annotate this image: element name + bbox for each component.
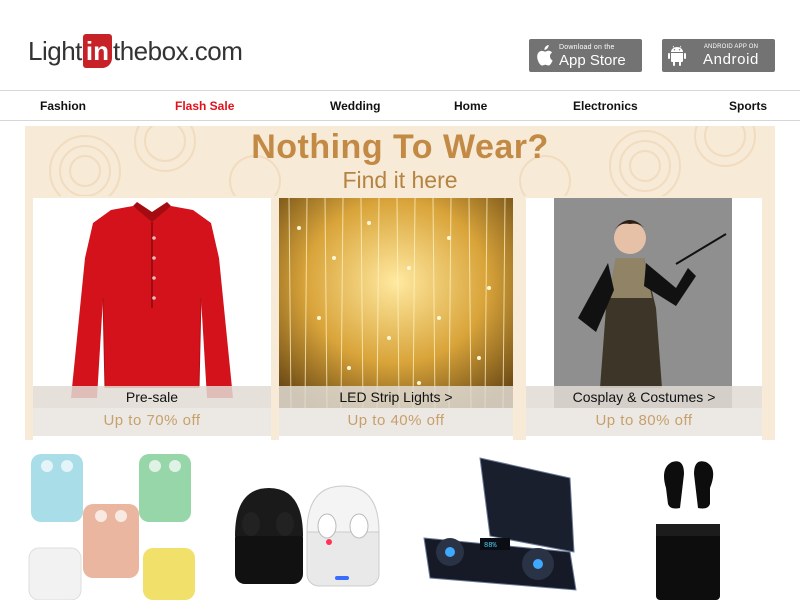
logo-text-thebox: thebox xyxy=(113,35,189,66)
android-icon xyxy=(662,45,692,66)
promo-card-cosplay[interactable]: Cosplay & Costumes > Up to 80% off xyxy=(526,198,762,440)
svg-text:88%: 88% xyxy=(484,542,497,550)
costume-model-image xyxy=(526,198,762,408)
logo-text-light: Light xyxy=(28,35,82,66)
android-small-text: ANDROID APP ON xyxy=(703,44,759,50)
nav-item-sports[interactable]: Sports xyxy=(729,99,767,113)
product-tile-black-white-earbuds[interactable] xyxy=(225,448,415,600)
product-tile-black-earbuds-case[interactable] xyxy=(610,448,800,600)
card-offer: Up to 40% off xyxy=(279,408,513,436)
card-caption: LED Strip Lights > xyxy=(279,386,513,408)
apple-icon xyxy=(529,45,559,66)
promo-card-presale[interactable]: Pre-sale Up to 70% off xyxy=(33,198,271,440)
powerbank-earbuds-image: 88% xyxy=(423,457,577,591)
promo-headline: Nothing To Wear? xyxy=(251,128,549,166)
black-earbuds-case-image xyxy=(656,461,720,600)
card-caption: Cosplay & Costumes > xyxy=(526,386,762,408)
nav-item-flash-sale[interactable]: Flash Sale xyxy=(175,99,234,113)
nav-item-electronics[interactable]: Electronics xyxy=(573,99,638,113)
nav-item-home[interactable]: Home xyxy=(454,99,487,113)
app-store-button[interactable]: Download on the App Store xyxy=(529,39,642,72)
product-tile-powerbank-earbuds[interactable]: 88% xyxy=(420,448,610,600)
logo-text-com: .com xyxy=(188,35,243,66)
promo-card-led-lights[interactable]: LED Strip Lights > Up to 40% off xyxy=(279,198,513,440)
app-store-small-text: Download on the xyxy=(559,43,615,51)
site-logo[interactable]: Light in thebox .com xyxy=(28,33,243,69)
promo-subline: Find it here xyxy=(342,167,458,193)
nav-item-fashion[interactable]: Fashion xyxy=(40,99,86,113)
site-header: Light in thebox .com Download on the App… xyxy=(0,0,800,90)
android-app-button[interactable]: ANDROID APP ON Android xyxy=(662,39,775,72)
pastel-earbuds-image xyxy=(28,454,195,600)
logo-text-in: in xyxy=(82,34,112,68)
android-big-text: Android xyxy=(703,51,759,68)
card-offer: Up to 80% off xyxy=(526,408,762,436)
led-lights-image xyxy=(279,198,513,408)
promo-banner: Nothing To Wear? Find it here Pre-sale U… xyxy=(25,126,775,440)
black-white-earbuds-image xyxy=(235,485,380,587)
nav-item-wedding[interactable]: Wedding xyxy=(330,99,380,113)
card-offer: Up to 70% off xyxy=(33,408,271,436)
product-tile-pastel-earbuds[interactable] xyxy=(25,448,215,600)
category-nav: Fashion Flash Sale Wedding Home Electron… xyxy=(0,90,800,121)
red-shirt-image xyxy=(33,198,271,408)
app-store-big-text: App Store xyxy=(559,51,626,69)
card-caption: Pre-sale xyxy=(33,386,271,408)
